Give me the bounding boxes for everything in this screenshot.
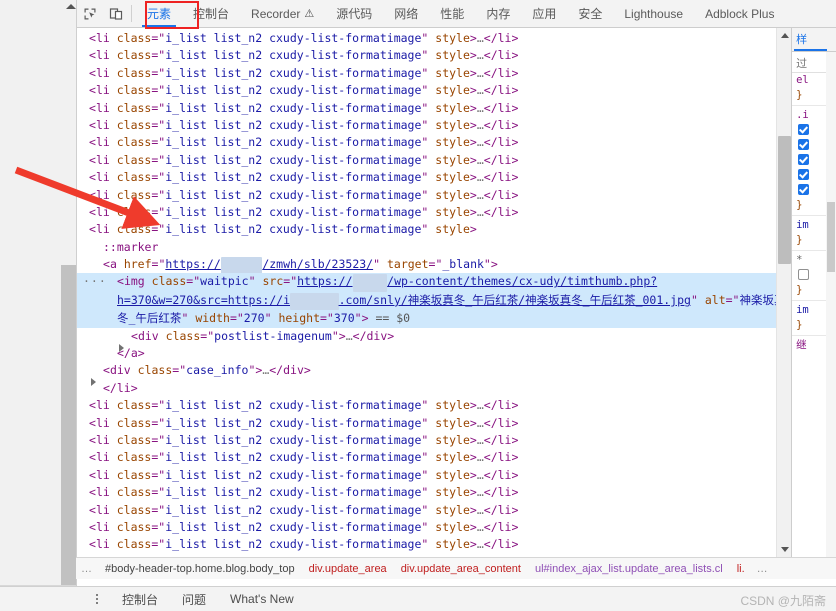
dom-node-li-collapsed[interactable]: <li class="i_list list_n2 cxudy-list-for… [77,536,791,553]
styles-scrollbar[interactable] [826,52,836,557]
devtools-screenshot: 元素 控制台 Recorder ⚠ 源代码 网络 性能 内存 应用 安全 Lig… [0,0,836,611]
tab-sources[interactable]: 源代码 [325,0,383,27]
dom-node-li-collapsed[interactable]: <li class="i_list list_n2 cxudy-list-for… [77,204,791,221]
breadcrumb: … #body-header-top.home.blog.body_top di… [76,557,836,579]
drawer-tabbar: 控制台 问题 What's New CSDN @九陌斋 [0,586,836,611]
breadcrumb-item-body-header-top[interactable]: #body-header-top.home.blog.body_top [98,563,302,575]
dom-node-li-collapsed[interactable]: <li class="i_list list_n2 cxudy-list-for… [77,467,791,484]
tab-elements-label: 元素 [147,7,172,21]
breadcrumb-overflow-right[interactable]: … [752,563,774,575]
tab-lighthouse[interactable]: Lighthouse [613,0,694,27]
dom-node-li-collapsed[interactable]: <li class="i_list list_n2 cxudy-list-for… [77,415,791,432]
dom-node-li-expanded[interactable]: <li class="i_list list_n2 cxudy-list-for… [77,221,791,238]
experiment-flask-icon: ⚠ [304,8,315,20]
page-scrollbar-thumb[interactable] [61,265,76,585]
dom-node-li-collapsed[interactable]: <li class="i_list list_n2 cxudy-list-for… [77,502,791,519]
tab-recorder-label: Recorder [251,6,301,21]
devtools-tabbar: 元素 控制台 Recorder ⚠ 源代码 网络 性能 内存 应用 安全 Lig… [77,0,836,29]
dom-node-anchor[interactable]: <a href="https://▆▆▆▆▆▆/zmwh/slb/23523/"… [77,256,791,280]
breadcrumb-item-index-ajax-list[interactable]: ul#index_ajax_list.update_area_lists.cl [528,563,730,575]
breadcrumb-item-update-area-content[interactable]: div.update_area_content [394,563,528,575]
kebab-menu-icon[interactable] [84,594,110,604]
breadcrumb-overflow-left[interactable]: … [76,563,98,575]
drawer-tab-whats-new[interactable]: What's New [218,592,306,606]
dom-node-li-collapsed[interactable]: <li class="i_list list_n2 cxudy-list-for… [77,30,791,47]
dom-node-div-case-info[interactable]: <div class="case_info">…</div> [77,362,791,387]
tab-console[interactable]: 控制台 [182,0,240,27]
dom-node-li-collapsed[interactable]: <li class="i_list list_n2 cxudy-list-for… [77,432,791,449]
tab-security-label: 安全 [578,7,603,21]
drawer-tab-console[interactable]: 控制台 [110,591,170,608]
dom-node-li-collapsed[interactable]: <li class="i_list list_n2 cxudy-list-for… [77,47,791,64]
dom-tree-scroll-thumb[interactable] [778,136,792,264]
tab-security[interactable]: 安全 [567,0,613,27]
tab-elements[interactable]: 元素 [136,0,182,27]
device-toolbar-icon[interactable] [103,0,129,27]
tab-sources-label: 源代码 [336,7,373,21]
dom-node-li-collapsed[interactable]: <li class="i_list list_n2 cxudy-list-for… [77,449,791,466]
dom-node-li-collapsed[interactable]: <li class="i_list list_n2 cxudy-list-for… [77,65,791,82]
tab-performance-label: 性能 [440,7,465,21]
row-overflow-ellipsis[interactable]: ··· [83,273,107,290]
dom-tree-scroll: <li class="i_list list_n2 cxudy-list-for… [77,28,792,557]
styles-panel[interactable]: 样 过 el} .i} im} *} im} 继 [791,28,836,557]
dom-node-li-collapsed[interactable]: <li class="i_list list_n2 cxudy-list-for… [77,484,791,501]
tab-network-label: 网络 [394,7,419,21]
drawer-tab-issues[interactable]: 问题 [170,591,218,608]
dom-node-img-selected[interactable]: ···<img class="waitpic" src="https://▆▆▆… [77,273,792,328]
breadcrumb-item-update-area[interactable]: div.update_area [302,563,394,575]
toolbar-separator [131,5,132,22]
styles-filter-placeholder: 过 [796,58,808,70]
styles-scroll-thumb[interactable] [827,202,835,272]
tab-adblockplus-label: Adblock Plus [705,6,775,21]
dom-node-li-collapsed[interactable]: <li class="i_list list_n2 cxudy-list-for… [77,100,791,117]
tab-network[interactable]: 网络 [383,0,429,27]
tab-performance[interactable]: 性能 [429,0,475,27]
tab-memory[interactable]: 内存 [475,0,521,27]
checkbox-unchecked-icon[interactable] [798,269,810,280]
tab-styles[interactable]: 样 [794,31,828,51]
checkbox-checked-icon[interactable] [798,184,810,195]
dom-node-anchor-close: </a> [117,346,145,361]
dom-node-li-collapsed[interactable]: <li class="i_list list_n2 cxudy-list-for… [77,134,791,151]
styles-panel-tabbar: 样 [792,28,836,52]
breadcrumb-item-li[interactable]: li. [730,563,752,575]
dom-node-marker-pseudo[interactable]: ::marker [77,239,791,256]
dom-tree-scrollbar[interactable] [776,28,792,557]
dom-node-li-collapsed[interactable]: <li class="i_list list_n2 cxudy-list-for… [77,519,791,536]
tab-application[interactable]: 应用 [521,0,567,27]
scroll-up-arrow-icon[interactable] [777,28,791,43]
checkbox-checked-icon[interactable] [798,154,810,165]
csdn-watermark: CSDN @九陌斋 [740,594,826,608]
inspect-element-icon[interactable] [77,0,103,27]
checkbox-checked-icon[interactable] [798,124,810,135]
tab-adblock-plus[interactable]: Adblock Plus [694,0,785,27]
tab-recorder[interactable]: Recorder ⚠ [240,0,325,27]
tab-lighthouse-label: Lighthouse [624,6,684,21]
page-scroll-up-chevron-icon [66,4,76,9]
dom-node-li-collapsed[interactable]: <li class="i_list list_n2 cxudy-list-for… [77,187,791,204]
dom-node-li-collapsed[interactable]: <li class="i_list list_n2 cxudy-list-for… [77,169,791,186]
scroll-down-arrow-icon[interactable] [777,542,791,557]
devtools-main: <li class="i_list list_n2 cxudy-list-for… [77,28,836,557]
dom-tree-panel[interactable]: <li class="i_list list_n2 cxudy-list-for… [77,28,792,557]
checkbox-checked-icon[interactable] [798,169,810,180]
dom-node-li-collapsed[interactable]: <li class="i_list list_n2 cxudy-list-for… [77,82,791,99]
dom-node-li-collapsed[interactable]: <li class="i_list list_n2 cxudy-list-for… [77,397,791,414]
dom-node-div-postlist-imagenum[interactable]: <div class="postlist-imagenum">…</div> [77,328,791,352]
page-viewport-gutter [0,0,76,586]
devtools-panel: 元素 控制台 Recorder ⚠ 源代码 网络 性能 内存 应用 安全 Lig… [76,0,836,586]
dom-node-li-collapsed[interactable]: <li class="i_list list_n2 cxudy-list-for… [77,152,791,169]
dom-node-li-close: </li> [103,380,138,395]
tab-application-label: 应用 [532,7,557,21]
tab-console-label: 控制台 [193,7,230,21]
tab-memory-label: 内存 [486,7,511,21]
dom-node-li-collapsed[interactable]: <li class="i_list list_n2 cxudy-list-for… [77,117,791,134]
checkbox-checked-icon[interactable] [798,139,810,150]
